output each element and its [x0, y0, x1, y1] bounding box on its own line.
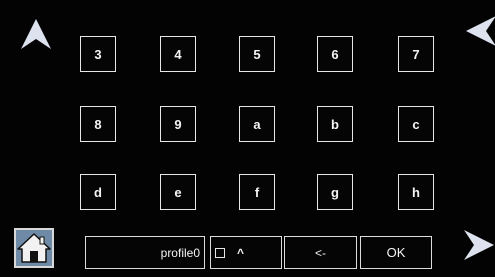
key-f[interactable]: f — [239, 174, 275, 210]
up-arrow-glyph — [21, 19, 51, 49]
ok-label: OK — [386, 245, 406, 260]
up-arrow-icon[interactable] — [19, 17, 53, 51]
key-c[interactable]: c — [398, 106, 434, 142]
backspace-label: <- — [314, 245, 326, 260]
left-arrow-glyph — [466, 16, 495, 46]
key-7[interactable]: 7 — [398, 36, 434, 72]
home-icon — [17, 233, 51, 263]
keypad-screen: 3 4 5 6 7 8 9 a b c d e f g h profile0 ^… — [0, 0, 495, 277]
key-8[interactable]: 8 — [80, 106, 116, 142]
key-a[interactable]: a — [239, 106, 275, 142]
key-e[interactable]: e — [160, 174, 196, 210]
key-h[interactable]: h — [398, 174, 434, 210]
profile-name-field[interactable]: profile0 — [85, 236, 205, 269]
ok-button[interactable]: OK — [360, 236, 432, 269]
right-arrow-icon[interactable] — [462, 228, 495, 262]
key-5[interactable]: 5 — [239, 36, 275, 72]
key-6[interactable]: 6 — [317, 36, 353, 72]
key-4[interactable]: 4 — [160, 36, 196, 72]
right-arrow-glyph — [464, 230, 494, 260]
shift-toggle[interactable]: ^ — [210, 236, 282, 269]
key-b[interactable]: b — [317, 106, 353, 142]
key-3[interactable]: 3 — [80, 36, 116, 72]
shift-label: ^ — [237, 245, 245, 260]
backspace-button[interactable]: <- — [284, 236, 357, 269]
profile-name-value: profile0 — [160, 245, 200, 260]
key-g[interactable]: g — [317, 174, 353, 210]
key-d[interactable]: d — [80, 174, 116, 210]
home-button[interactable] — [14, 228, 54, 268]
left-arrow-icon[interactable] — [464, 14, 495, 48]
key-9[interactable]: 9 — [160, 106, 196, 142]
checkbox-icon[interactable] — [215, 247, 225, 258]
